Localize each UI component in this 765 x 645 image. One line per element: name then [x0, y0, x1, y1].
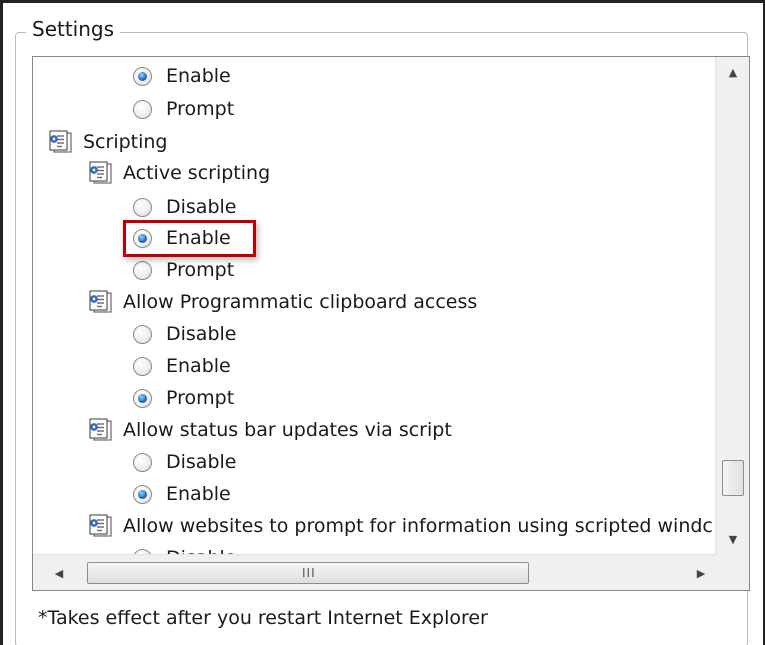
- radio-label: Enable: [166, 483, 231, 505]
- settings-page-icon: [89, 161, 112, 184]
- setting-heading: Allow status bar updates via script: [88, 414, 452, 446]
- settings-tree-viewport: Enable Prompt Scripting Active scripting Dis…: [33, 57, 715, 554]
- radio-unchecked-icon[interactable]: [133, 324, 152, 344]
- setting-heading: Scripting: [48, 126, 168, 158]
- radio-option-prompt[interactable]: Prompt: [133, 382, 234, 414]
- settings-group-title: Settings: [26, 16, 121, 42]
- radio-option-prompt[interactable]: Prompt: [133, 254, 234, 286]
- setting-heading-label: Scripting: [83, 131, 168, 153]
- vertical-scrollbar[interactable]: ▲ ▼: [715, 57, 749, 554]
- settings-tree-list[interactable]: Enable Prompt Scripting Active scripting Dis…: [32, 56, 750, 591]
- radio-label: Disable: [166, 196, 237, 218]
- radio-unchecked-icon[interactable]: [133, 260, 152, 280]
- radio-label: Disable: [166, 451, 237, 473]
- radio-label: Enable: [166, 227, 231, 249]
- radio-unchecked-icon[interactable]: [133, 197, 152, 217]
- settings-page-icon: [89, 290, 112, 313]
- settings-page-icon: [89, 418, 112, 441]
- setting-heading-label: Active scripting: [123, 162, 271, 184]
- radio-option-enable[interactable]: Enable: [133, 222, 231, 254]
- horizontal-scrollbar[interactable]: ◀ III ▶: [33, 554, 715, 590]
- setting-heading: Allow Programmatic clipboard access: [88, 286, 477, 318]
- radio-label: Enable: [166, 65, 231, 87]
- radio-label: Disable: [166, 323, 237, 345]
- setting-heading-label: Allow status bar updates via script: [123, 419, 452, 441]
- scroll-up-arrow-icon[interactable]: ▲: [716, 57, 749, 87]
- scroll-left-arrow-icon[interactable]: ◀: [45, 555, 73, 590]
- radio-option-disable[interactable]: Disable: [133, 446, 236, 478]
- vertical-scroll-thumb[interactable]: [722, 460, 744, 496]
- radio-label: Prompt: [166, 98, 235, 120]
- radio-option-disable[interactable]: Disable: [133, 542, 236, 554]
- radio-unchecked-icon[interactable]: [133, 99, 152, 119]
- radio-option-disable[interactable]: Disable: [133, 191, 236, 223]
- setting-heading: Active scripting: [88, 157, 270, 189]
- radio-option-prompt[interactable]: Prompt: [133, 93, 234, 125]
- radio-option-enable[interactable]: Enable: [133, 350, 231, 382]
- settings-page-icon: [49, 130, 72, 153]
- setting-heading: Allow websites to prompt for information…: [88, 510, 713, 542]
- radio-option-enable[interactable]: Enable: [133, 478, 231, 510]
- radio-label: Prompt: [166, 259, 235, 281]
- radio-checked-icon[interactable]: [133, 388, 152, 408]
- scroll-grip-icon: III: [302, 566, 316, 580]
- radio-label: Prompt: [166, 387, 235, 409]
- scrollbar-corner: [715, 554, 749, 590]
- radio-label: Enable: [166, 355, 231, 377]
- scroll-right-arrow-icon[interactable]: ▶: [687, 555, 715, 590]
- radio-checked-icon[interactable]: [133, 66, 152, 86]
- radio-unchecked-icon[interactable]: [133, 452, 152, 472]
- scroll-down-arrow-icon[interactable]: ▼: [716, 524, 749, 554]
- settings-page-icon: [89, 514, 112, 537]
- restart-footnote: *Takes effect after you restart Internet…: [38, 607, 488, 629]
- setting-heading-label: Allow Programmatic clipboard access: [123, 291, 478, 313]
- setting-heading-label: Allow websites to prompt for information…: [123, 515, 713, 537]
- radio-label: Disable: [166, 542, 236, 554]
- radio-option-disable[interactable]: Disable: [133, 318, 236, 350]
- radio-unchecked-icon[interactable]: [133, 356, 152, 376]
- radio-checked-icon[interactable]: [133, 228, 152, 248]
- radio-checked-icon[interactable]: [133, 484, 152, 504]
- radio-option-enable[interactable]: Enable: [133, 60, 231, 92]
- horizontal-scroll-thumb[interactable]: III: [87, 562, 529, 584]
